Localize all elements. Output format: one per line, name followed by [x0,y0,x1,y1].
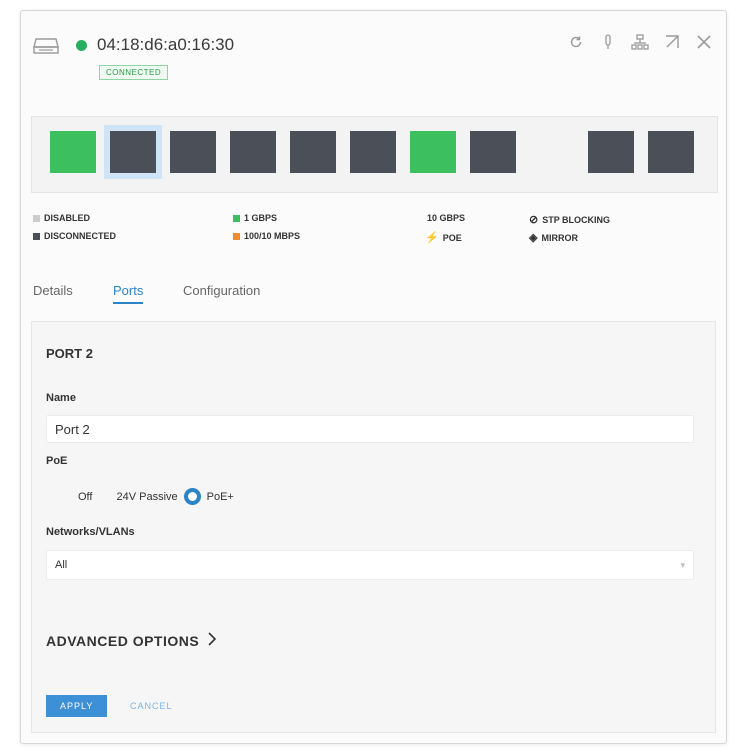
mirror-icon: ◈ [529,232,538,244]
legend-poe: ⚡ POE [425,231,462,244]
legend-label: POE [442,232,462,243]
port-strip [31,116,718,193]
legend-100-10mbps: 100/10 MBPS [233,231,300,241]
tab-ports[interactable]: Ports [113,283,144,304]
legend-10gbps: 10 GBPS [427,213,465,223]
swatch-disabled [33,214,40,222]
legend-label: 1 GBPS [244,213,278,223]
status-badge: CONNECTED [99,65,169,80]
swatch-disconnected [33,232,40,240]
port-5[interactable] [290,131,336,173]
popout-icon[interactable] [662,31,682,53]
legend-disconnected: DISCONNECTED [33,231,116,241]
chevron-down-icon: ▾ [680,559,685,570]
legend-mirror: ◈ MIRROR [529,231,578,244]
stp-blocking-icon: ⊘ [529,214,539,226]
port-settings-form: PORT 2 Name PoE Off 24V Passive PoE+ Net… [31,321,716,733]
networks-select[interactable]: All ▾ [46,550,694,580]
swatch-100-10mbps [233,232,240,240]
legend-label: DISABLED [44,213,91,223]
advanced-options-toggle[interactable]: ADVANCED OPTIONS [46,632,217,649]
port-8[interactable] [470,131,516,173]
poe-radio-group: Off 24V Passive PoE+ [78,488,258,505]
poe-option-poe-plus[interactable]: PoE+ [183,488,234,505]
radio-selected-icon[interactable] [183,488,201,505]
networks-label: Networks/VLANs [46,526,135,538]
port-2[interactable] [104,125,162,179]
device-properties-panel: 04:18:d6:a0:16:30 CONNECTED DISABLED DIS… [20,10,727,744]
port-7[interactable] [410,131,456,173]
legend-disabled: DISABLED [33,213,90,223]
advanced-options-label: ADVANCED OPTIONS [46,632,200,649]
legend-stp-blocking: ⊘ STP BLOCKING [529,213,610,226]
legend-label: 10 GBPS [427,213,466,223]
panel-tabs: Details Ports Configuration [33,283,723,309]
section-title: PORT 2 [46,346,93,361]
refresh-icon[interactable] [566,31,586,53]
tab-configuration[interactable]: Configuration [183,283,260,298]
port-6[interactable] [350,131,396,173]
status-dot [76,40,87,51]
poe-label: PoE [46,455,68,467]
swatch-1gbps [233,214,240,222]
poe-option-off[interactable]: Off [78,491,92,503]
name-label: Name [46,392,76,404]
chevron-right-icon [207,632,217,649]
legend-label: 100/10 MBPS [244,231,301,241]
port-sfp-1[interactable] [588,131,634,173]
legend-1gbps: 1 GBPS [233,213,277,223]
switch-device-icon [33,37,59,55]
legend-label: STP BLOCKING [542,214,611,225]
topology-icon[interactable] [630,31,650,53]
poe-option-label: Off [78,490,93,503]
device-mac-address: 04:18:d6:a0:16:30 [97,35,235,54]
poe-option-label: PoE+ [206,490,234,503]
port-3[interactable] [170,131,216,173]
port-sfp-2[interactable] [648,131,694,173]
apply-button[interactable]: APPLY [46,695,108,717]
networks-select-value: All [55,559,68,571]
port-4[interactable] [230,131,276,173]
poe-option-label: 24V Passive [116,490,178,503]
port-legend: DISABLED DISCONNECTED 1 GBPS 100/10 MBPS… [33,213,723,253]
port-name-input[interactable] [46,415,694,443]
cancel-button[interactable]: CANCEL [124,695,179,717]
legend-label: DISCONNECTED [44,231,117,241]
header-actions [566,31,714,53]
close-icon[interactable] [694,31,714,53]
panel-header: 04:18:d6:a0:16:30 CONNECTED [21,11,726,111]
legend-label: MIRROR [541,232,578,243]
poe-option-24v-passive[interactable]: 24V Passive [116,491,177,503]
tab-details[interactable]: Details [33,283,73,298]
port-1[interactable] [50,131,96,173]
poe-icon: ⚡ [425,232,439,244]
locate-icon[interactable] [598,31,618,53]
